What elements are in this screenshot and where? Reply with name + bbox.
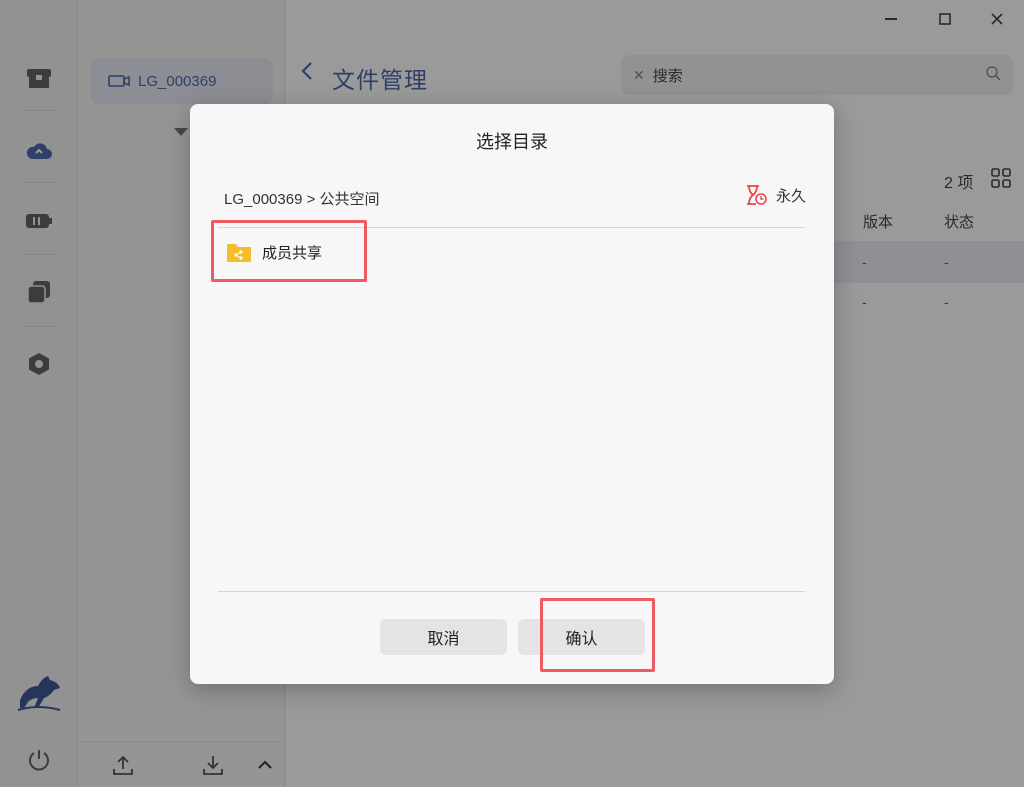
highlight-box-folder [211,220,367,282]
breadcrumb[interactable]: LG_000369 > 公共空间 [224,188,380,209]
divider [218,591,805,592]
hourglass-clock-icon [746,185,767,205]
dialog-title: 选择目录 [476,132,548,152]
retention-indicator: 永久 [744,184,806,206]
highlight-box-confirm [540,598,655,672]
select-directory-dialog: 选择目录 LG_000369 > 公共空间 永久 成员共享 取消 确认 [190,104,834,684]
cancel-button[interactable]: 取消 [380,619,507,655]
retention-label: 永久 [775,187,806,205]
